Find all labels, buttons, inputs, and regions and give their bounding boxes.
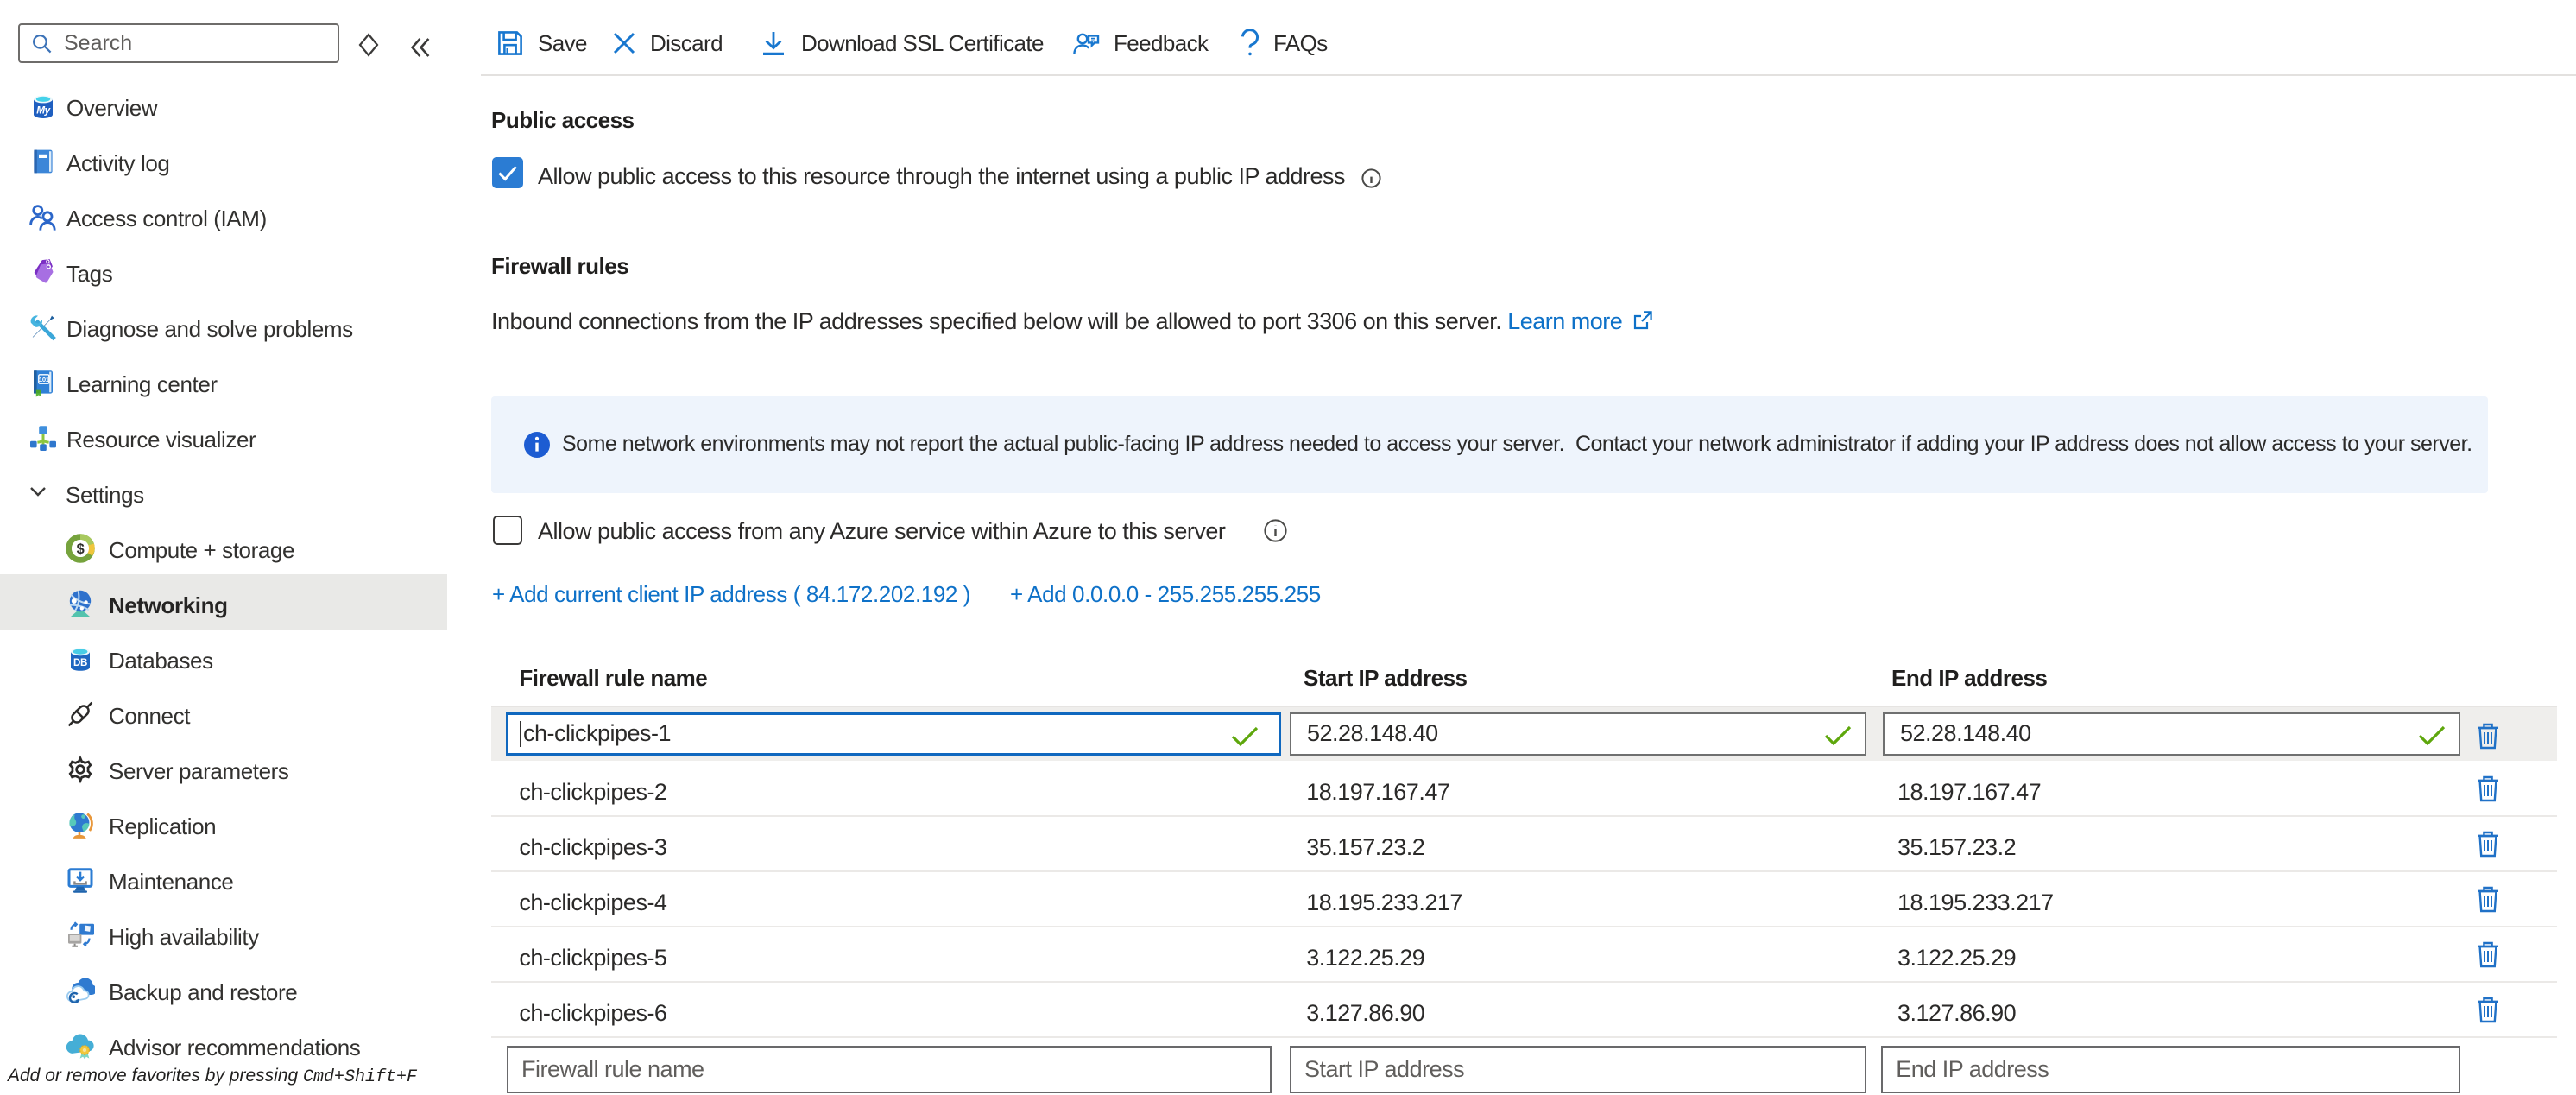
svg-text:DB: DB <box>73 657 87 668</box>
svg-text:My: My <box>36 104 51 116</box>
svg-text:101: 101 <box>39 376 50 383</box>
svg-text:$: $ <box>77 541 85 557</box>
